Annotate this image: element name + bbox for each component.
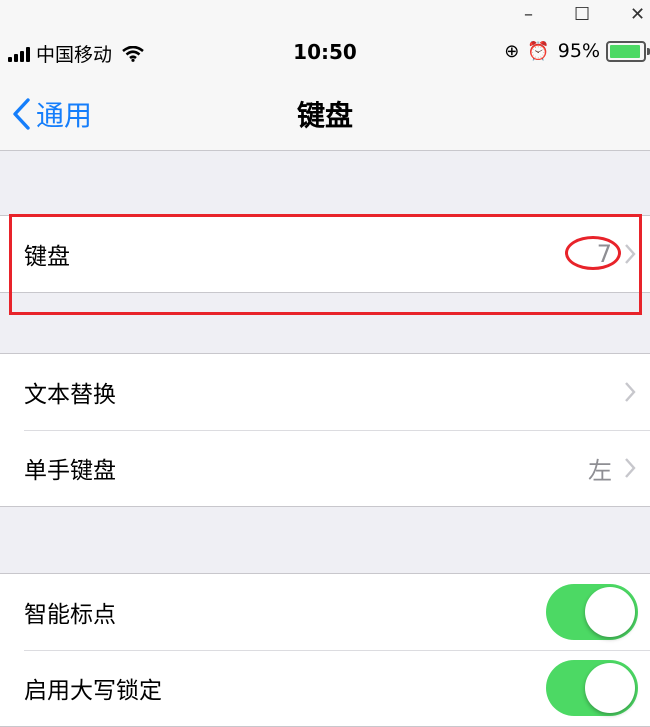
smart-punctuation-toggle[interactable]	[546, 584, 638, 640]
settings-group-keyboards: 键盘 7	[0, 215, 650, 293]
row-label: 智能标点	[24, 602, 116, 628]
row-detail: 左	[588, 456, 612, 485]
one-handed-keyboard-row[interactable]: 单手键盘 左	[0, 430, 650, 506]
close-button[interactable]: ✕	[630, 4, 645, 26]
chevron-right-icon	[625, 244, 636, 264]
battery-percent: 95%	[557, 40, 600, 62]
battery-icon	[606, 40, 646, 62]
toggle-knob	[585, 587, 635, 637]
text-replacement-row[interactable]: 文本替换	[0, 354, 650, 430]
chevron-right-icon	[625, 458, 636, 478]
rotation-lock-icon: ⊕	[504, 40, 520, 62]
keyboards-row[interactable]: 键盘 7	[0, 216, 650, 292]
caps-lock-toggle[interactable]	[546, 660, 638, 716]
maximize-button[interactable]: ☐	[574, 4, 590, 26]
navigation-bar: 通用 键盘	[0, 74, 650, 151]
settings-group-toggles: 智能标点 启用大写锁定	[0, 573, 650, 727]
battery-fill	[610, 44, 641, 58]
page-title: 键盘	[296, 99, 353, 132]
status-right: ⊕ ⏰ 95%	[504, 40, 650, 62]
row-label: 单手键盘	[24, 458, 116, 484]
settings-group-text: 文本替换 单手键盘 左	[0, 353, 650, 507]
alarm-icon: ⏰	[527, 40, 550, 62]
row-label: 启用大写锁定	[24, 678, 162, 704]
minimize-button[interactable]: –	[524, 4, 533, 26]
row-label: 键盘	[24, 244, 70, 270]
window-controls: – ☐ ✕	[0, 0, 650, 32]
row-label: 文本替换	[24, 382, 116, 408]
row-detail: 7	[596, 240, 612, 268]
smart-punctuation-row: 智能标点	[0, 574, 650, 650]
caps-lock-row: 启用大写锁定	[0, 650, 650, 726]
status-bar: 中国移动 10:50 ⊕ ⏰ 95%	[0, 32, 650, 74]
toggle-knob	[585, 663, 635, 713]
chevron-right-icon	[625, 382, 636, 402]
